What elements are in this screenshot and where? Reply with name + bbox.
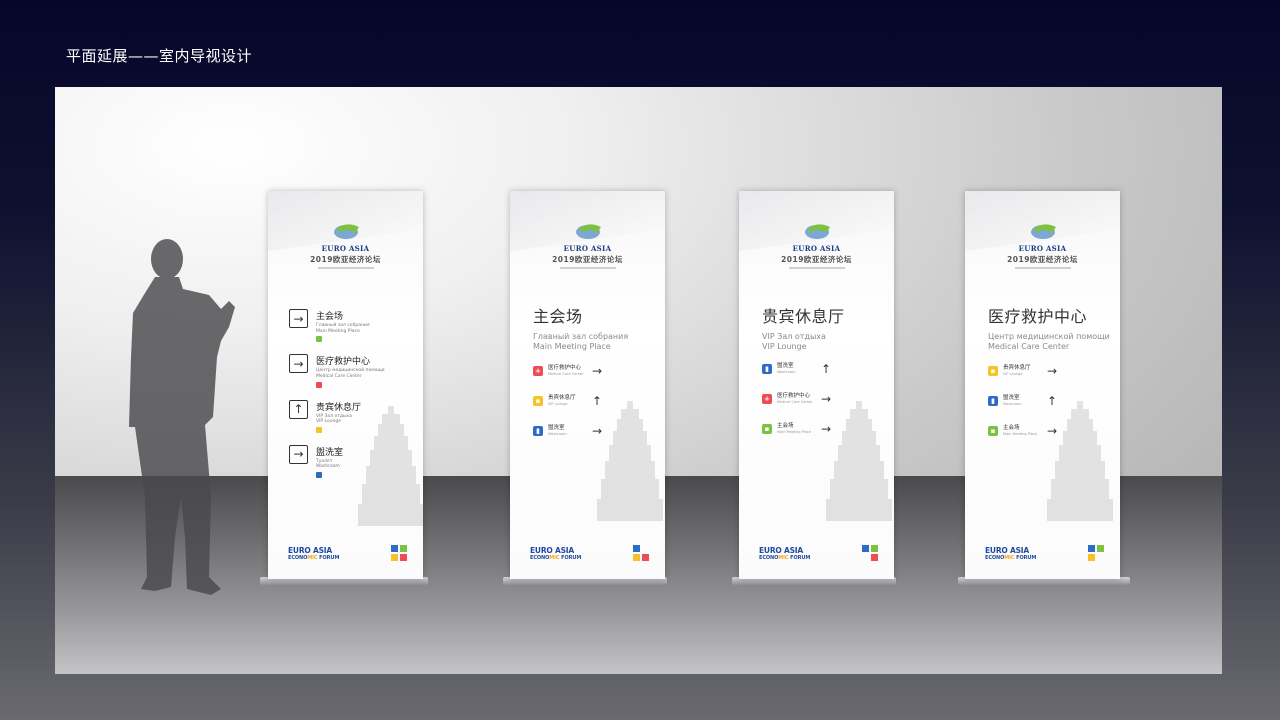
meeting-icon [316, 336, 322, 343]
footer-logo: EURO ASIA ECONOMIC FORUM [530, 546, 582, 561]
washroom-icon: ▮ [533, 425, 543, 436]
medical-cross-icon [316, 381, 322, 388]
medical-cross-icon: + [533, 365, 543, 376]
pagoda-watermark-icon [597, 401, 663, 521]
globe-logo-icon [575, 224, 601, 239]
destination-row: ▮ 盥洗室 Washroom ↑ [762, 359, 888, 378]
globe-logo-icon [804, 224, 830, 239]
person-silhouette [129, 239, 235, 595]
directory-item: → 医疗救护中心 Центр медицинской помощи Medica… [289, 354, 417, 388]
arrow-right-icon: → [592, 363, 603, 378]
sign-title: 主会场 Главный зал собрания Main Meeting Pl… [533, 307, 629, 352]
pagoda-watermark-icon [826, 401, 892, 521]
arrow-right-icon: → [1047, 363, 1058, 378]
scene-mockup: EURO ASIA 2019欧亚经济论坛 → 主会场 Главный зал с… [55, 87, 1222, 674]
lounge-icon: ▪ [533, 395, 543, 406]
color-squares-icon [391, 545, 407, 561]
sign-title: 贵宾休息厅 VIP Зал отдыха VIP Lounge [762, 307, 845, 352]
destination-row: + 医疗救护中心 Medical Care Center → [533, 361, 659, 380]
color-squares-icon [1088, 545, 1104, 561]
washroom-icon: ▮ [988, 395, 998, 406]
footer-logo: EURO ASIA ECONOMIC FORUM [288, 546, 340, 561]
color-squares-icon [862, 545, 878, 561]
banner-medical-center: EURO ASIA 2019欧亚经济论坛 医疗救护中心 Центр медици… [965, 191, 1120, 579]
washroom-icon [316, 472, 322, 478]
medical-cross-icon: + [762, 393, 772, 404]
meeting-icon: ▪ [988, 425, 998, 436]
footer-logo: EURO ASIA ECONOMIC FORUM [759, 546, 811, 561]
forum-logo: EURO ASIA 2019欧亚经济论坛 [739, 223, 894, 269]
sign-title: 医疗救护中心 Центр медицинской помощи Medical … [988, 307, 1110, 352]
footer-logo: EURO ASIA ECONOMIC FORUM [985, 546, 1037, 561]
page-title: 平面延展——室内导视设计 [66, 47, 253, 65]
forum-logo: EURO ASIA 2019欧亚经济论坛 [268, 223, 423, 269]
lounge-icon: ▪ [988, 365, 998, 376]
arrow-up-icon: ↑ [289, 399, 308, 419]
banner-vip-lounge: EURO ASIA 2019欧亚经济论坛 贵宾休息厅 VIP Зал отдых… [739, 191, 894, 579]
meeting-icon: ▪ [762, 423, 772, 434]
banner-main-meeting: EURO ASIA 2019欧亚经济论坛 主会场 Главный зал соб… [510, 191, 665, 579]
pagoda-watermark-icon [358, 406, 423, 526]
forum-logo: EURO ASIA 2019欧亚经济论坛 [965, 223, 1120, 269]
lounge-icon [316, 426, 322, 433]
pagoda-watermark-icon [1047, 401, 1113, 521]
color-squares-icon [633, 545, 649, 561]
globe-logo-icon [333, 224, 359, 239]
destination-row: ▪ 贵宾休息厅 VIP Lounge → [988, 361, 1114, 380]
banner-directory: EURO ASIA 2019欧亚经济论坛 → 主会场 Главный зал с… [268, 191, 423, 579]
arrow-right-icon: → [289, 354, 308, 374]
arrow-up-icon: ↑ [821, 361, 832, 376]
forum-logo: EURO ASIA 2019欧亚经济论坛 [510, 223, 665, 269]
directory-item: → 主会场 Главный зал собрания Main Meeting … [289, 309, 417, 343]
globe-logo-icon [1030, 224, 1056, 239]
arrow-right-icon: → [289, 444, 308, 464]
arrow-right-icon: → [289, 309, 308, 328]
washroom-icon: ▮ [762, 363, 772, 374]
